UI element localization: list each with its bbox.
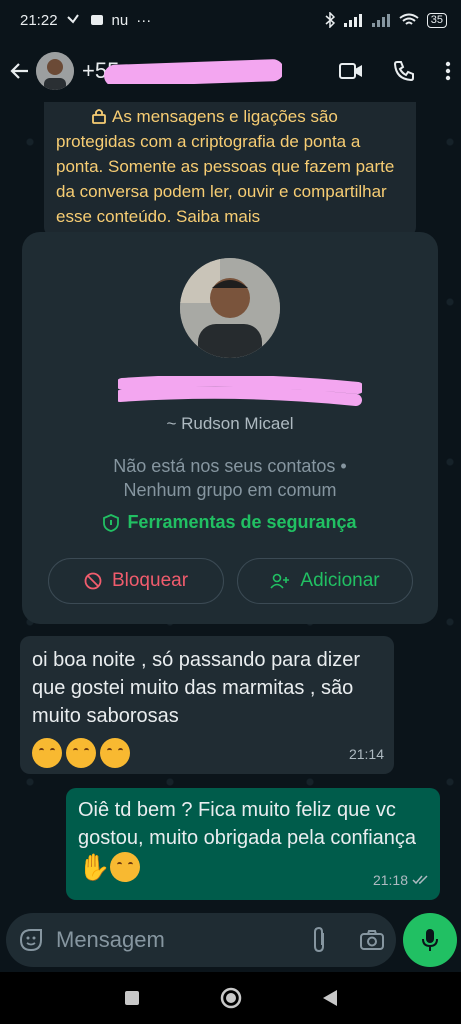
status-bar: 21:22 nu ··· 35: [0, 0, 461, 40]
hugging-face-icon: [66, 738, 96, 768]
microphone-icon: [422, 929, 438, 951]
shield-icon: [103, 513, 120, 532]
missed-call-icon: [66, 14, 79, 24]
contact-name: ~ Rudson Micael: [166, 414, 294, 433]
message-time: 21:18: [373, 866, 430, 894]
message-time: 21:14: [348, 746, 384, 762]
voice-message-button[interactable]: [403, 913, 457, 967]
bluetooth-icon: [325, 12, 335, 28]
contact-card: ~ Rudson Micael Não está nos seus contat…: [22, 232, 438, 624]
signal-icon: [343, 14, 362, 27]
storage-icon: [90, 15, 103, 25]
carrier-indicator: nu: [111, 11, 129, 29]
video-call-icon[interactable]: [339, 62, 363, 80]
contact-avatar[interactable]: [36, 52, 74, 90]
more-notifications: ···: [136, 11, 152, 29]
message-text: Oiê td bem ? Fica muito feliz que vc gos…: [78, 799, 417, 849]
encryption-text: As mensagens e ligações são protegidas c…: [56, 107, 395, 226]
chat-header: +55: [0, 40, 461, 102]
recents-icon[interactable]: [124, 990, 140, 1006]
wifi-icon: [399, 13, 419, 25]
chat-area[interactable]: As mensagens e ligações são protegidas c…: [0, 102, 461, 910]
voice-call-icon[interactable]: [393, 60, 415, 82]
redaction-mark: [103, 58, 282, 84]
message-incoming[interactable]: oi boa noite , só passando para dizer qu…: [20, 636, 394, 774]
contact-photo[interactable]: [180, 258, 280, 358]
add-contact-button[interactable]: Adicionar: [237, 558, 413, 604]
encryption-notice[interactable]: As mensagens e ligações são protegidas c…: [44, 102, 416, 237]
message-field[interactable]: [6, 913, 396, 967]
back-arrow-icon[interactable]: [10, 61, 30, 81]
block-icon: [84, 572, 102, 590]
hugging-face-icon: [32, 738, 62, 768]
message-input[interactable]: [56, 927, 286, 953]
signal-2-icon: [371, 14, 390, 27]
status-time: 21:22: [20, 11, 58, 29]
redaction-mark: [118, 376, 362, 406]
block-button[interactable]: Bloquear: [48, 558, 224, 604]
more-vert-icon[interactable]: [445, 61, 451, 81]
back-nav-icon[interactable]: [322, 989, 338, 1007]
contact-info: Não está nos seus contatos • Nenhum grup…: [113, 456, 347, 500]
safety-tools-link[interactable]: Ferramentas de segurança: [22, 512, 438, 533]
home-icon[interactable]: [220, 987, 242, 1009]
system-nav-bar: [0, 972, 461, 1024]
hugging-face-icon: [100, 738, 130, 768]
attach-icon[interactable]: [312, 927, 328, 953]
lock-icon: [92, 109, 106, 124]
folded-hands-icon: ✋: [78, 852, 111, 882]
read-receipt-icon: [412, 875, 428, 885]
smiling-face-icon: [110, 852, 141, 882]
camera-icon[interactable]: [360, 930, 384, 950]
input-bar: [0, 910, 461, 972]
contact-phone[interactable]: +55: [82, 58, 282, 84]
battery-icon: 35: [426, 12, 447, 28]
add-person-icon: [270, 573, 290, 589]
message-outgoing[interactable]: Oiê td bem ? Fica muito feliz que vc gos…: [66, 788, 440, 900]
message-text: oi boa noite , só passando para dizer qu…: [32, 649, 360, 727]
sticker-icon[interactable]: [18, 927, 44, 953]
